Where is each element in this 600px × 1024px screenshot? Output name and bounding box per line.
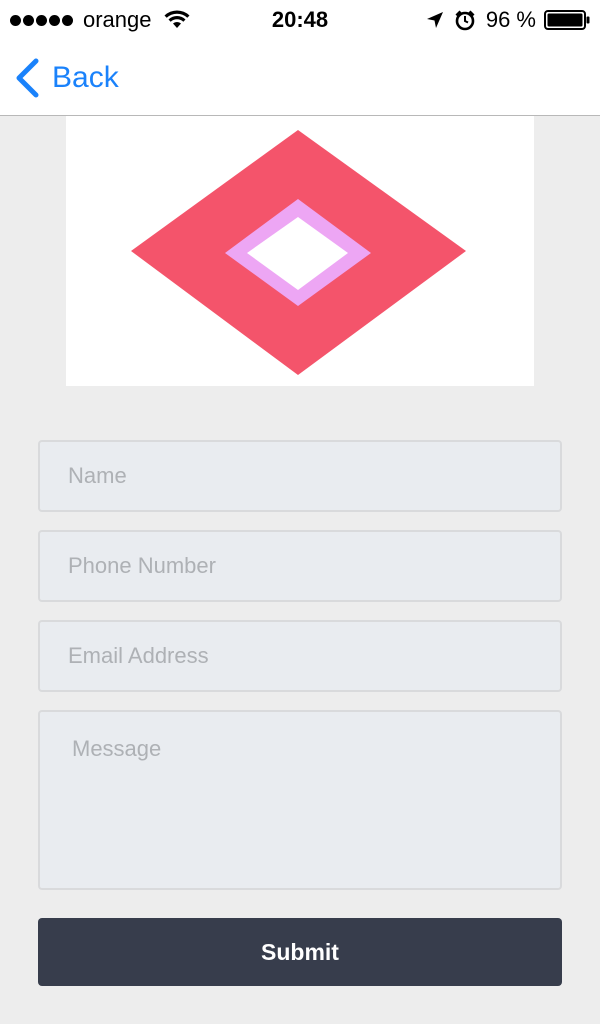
wifi-icon [164, 10, 190, 28]
location-arrow-icon [426, 12, 443, 28]
diamond-logo-icon [131, 130, 466, 375]
logo-image [66, 116, 534, 386]
alarm-icon [455, 10, 475, 31]
battery-percentage: 96 % [485, 7, 536, 32]
email-address-input[interactable] [38, 620, 562, 692]
status-bar: orange 20:48 96 % [0, 0, 600, 40]
message-textarea[interactable] [38, 710, 562, 890]
carrier-name: orange [83, 7, 152, 32]
status-left: orange [10, 7, 190, 33]
battery-icon [544, 10, 590, 30]
signal-dots-icon [10, 14, 75, 26]
back-label: Back [52, 61, 119, 94]
chevron-left-icon [16, 58, 39, 98]
status-right: 96 % [426, 7, 590, 33]
submit-button[interactable]: Submit [38, 918, 562, 986]
phone-number-input[interactable] [38, 530, 562, 602]
name-input[interactable] [38, 440, 562, 512]
back-button[interactable]: Back [14, 56, 119, 100]
navigation-bar: Back [0, 40, 600, 116]
